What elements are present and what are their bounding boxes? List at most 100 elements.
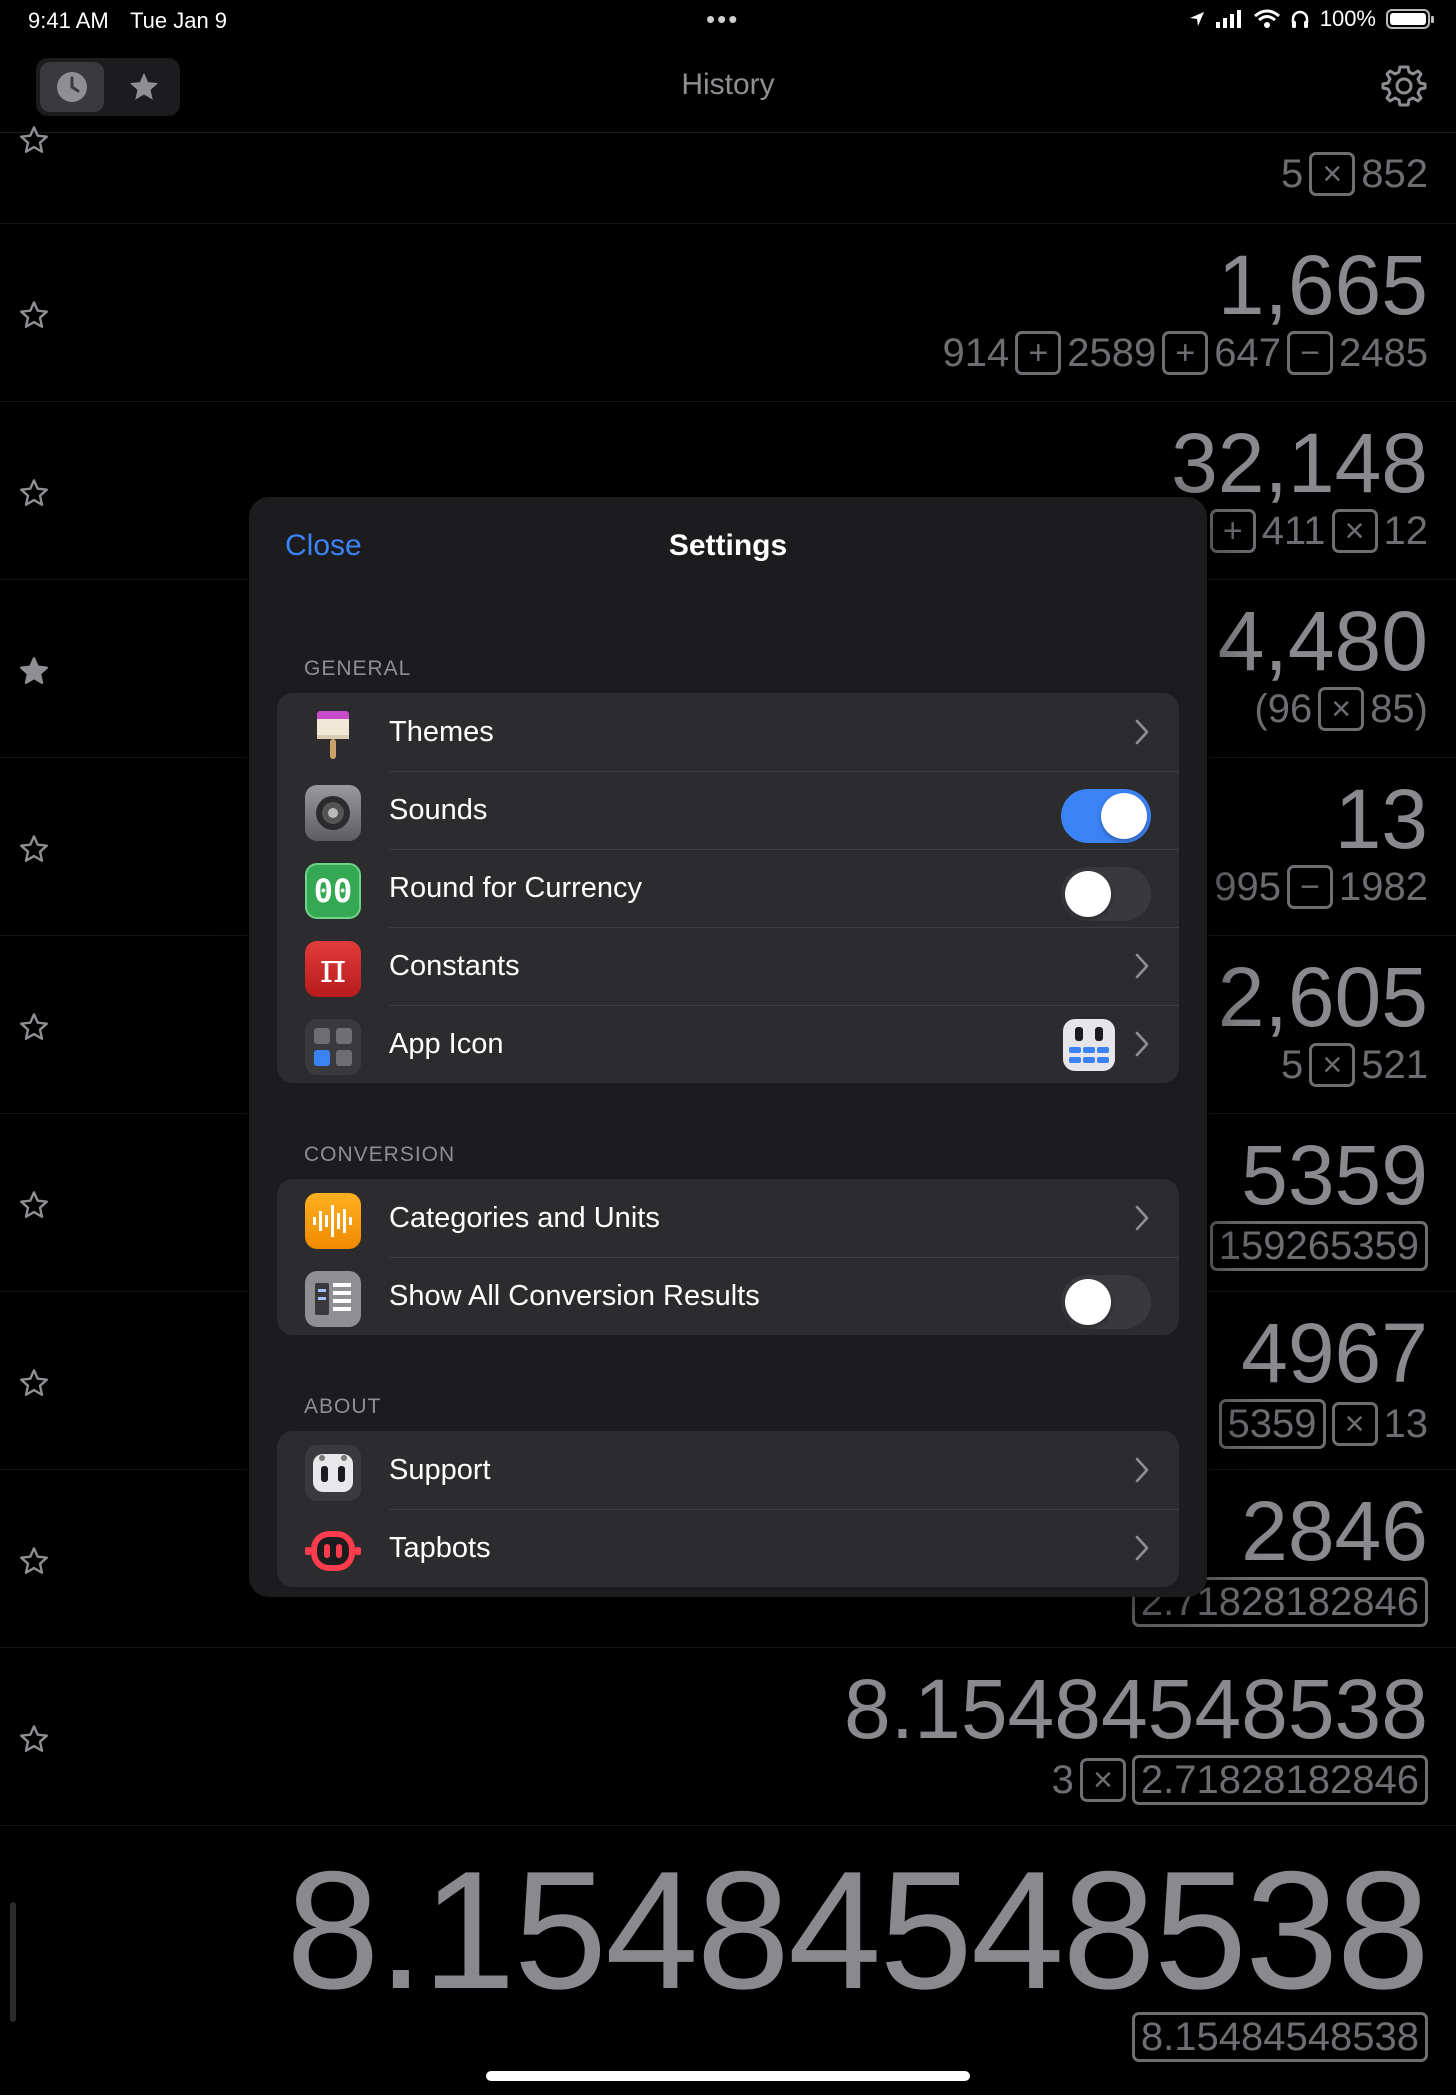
settings-row-label: Show All Conversion Results <box>389 1279 760 1312</box>
star-icon[interactable] <box>18 1545 50 1577</box>
history-result: 4,480 <box>1217 594 1428 688</box>
star-icon[interactable] <box>18 299 50 331</box>
app-icon-preview <box>1063 1019 1115 1071</box>
operator-badge: + <box>1015 331 1062 375</box>
history-result: 32,148 <box>1171 416 1428 510</box>
settings-row-label: Sounds <box>389 793 488 826</box>
status-time: 9:41 AM <box>28 8 109 33</box>
star-icon[interactable] <box>18 833 50 865</box>
section-label-general: GENERAL <box>304 657 412 680</box>
operand: 12 <box>1383 509 1429 553</box>
operator-badge: − <box>1287 331 1334 375</box>
operator-badge: × <box>1309 1043 1356 1087</box>
settings-row-label: Round for Currency <box>389 871 643 904</box>
boxed-value: 2.71828182846 <box>1131 1755 1428 1805</box>
settings-row-label: Categories and Units <box>389 1201 660 1234</box>
history-row[interactable]: 1,665 914 +2589 +647−2485 <box>0 223 1456 402</box>
status-date: Tue Jan 9 <box>130 8 228 33</box>
operator-badge: × <box>1331 1402 1378 1446</box>
chevron-right-icon <box>1135 1457 1149 1483</box>
operand: 852 <box>1361 152 1428 196</box>
scroll-indicator[interactable] <box>10 1902 16 2022</box>
toggle-knob <box>1065 871 1111 917</box>
list-icon <box>305 1271 361 1327</box>
operand: 5 <box>1281 1043 1304 1087</box>
home-indicator[interactable] <box>486 2071 970 2081</box>
star-icon[interactable] <box>18 124 50 156</box>
history-row[interactable]: 8.15484548538 3 × 2.71828182846 <box>0 1647 1456 1826</box>
settings-row-label: Constants <box>389 949 520 982</box>
toggle-knob <box>1065 1279 1111 1325</box>
operator-badge: × <box>1318 687 1365 731</box>
status-indicators: 100% <box>1188 6 1434 32</box>
settings-row-show-all-conversion-results[interactable]: Show All Conversion Results <box>277 1257 1179 1335</box>
operator-badge: × <box>1309 152 1356 196</box>
settings-row-categories-and-units[interactable]: Categories and Units <box>277 1179 1179 1257</box>
boxed-value: 159265359 <box>1209 1221 1428 1271</box>
settings-row-tapbots[interactable]: Tapbots <box>277 1509 1179 1587</box>
general-group: Themes Sounds 00 Round for Currency π Constan… <box>277 693 1179 1083</box>
chevron-right-icon <box>1135 953 1149 979</box>
history-result: 1,665 <box>1217 238 1428 332</box>
history-result: 13 <box>1334 772 1428 866</box>
settings-row-app-icon[interactable]: App Icon <box>277 1005 1179 1083</box>
chevron-right-icon <box>1135 1031 1149 1057</box>
history-result: 2,605 <box>1217 950 1428 1044</box>
settings-row-sounds[interactable]: Sounds <box>277 771 1179 849</box>
star-icon[interactable] <box>18 1367 50 1399</box>
operator-badge: + <box>1162 331 1209 375</box>
history-expression: 5 × 852 <box>1281 152 1428 196</box>
settings-modal: Close Settings GENERAL Themes Sounds 00 Rou… <box>249 497 1207 1597</box>
history-expression: (96 × 85) <box>1254 687 1428 731</box>
current-expression-box: 8.15484548538 <box>1131 2012 1428 2062</box>
headphones-icon <box>1291 10 1308 28</box>
operand: 647 <box>1214 331 1282 375</box>
battery-icon <box>1386 9 1434 29</box>
history-row[interactable]: 5 × 852 <box>0 44 1456 224</box>
star-icon[interactable] <box>18 477 50 509</box>
toggle-knob <box>1101 793 1147 839</box>
settings-row-label: Support <box>389 1453 491 1486</box>
about-group: Support Tapbots <box>277 1431 1179 1587</box>
operand: 13 <box>1383 1402 1429 1446</box>
settings-row-label: App Icon <box>389 1027 504 1060</box>
sounds-toggle[interactable] <box>1061 789 1151 843</box>
speaker-icon <box>305 785 361 841</box>
multitasking-dots-icon[interactable]: ••• <box>706 4 739 35</box>
history-expression: 159265359 <box>1209 1221 1428 1271</box>
operand: 3 <box>1051 1758 1074 1802</box>
operand: 521 <box>1361 1043 1428 1087</box>
history-result: 5359 <box>1241 1128 1428 1222</box>
history-expression: 995−1982 <box>1214 865 1428 909</box>
history-expression: 5359 × 13 <box>1218 1399 1429 1449</box>
history-result: 4967 <box>1241 1306 1428 1400</box>
round-for-currency-toggle[interactable] <box>1061 867 1151 921</box>
settings-row-round-for-currency[interactable]: 00 Round for Currency <box>277 849 1179 927</box>
current-expression: 8.15484548538 <box>1131 2012 1428 2062</box>
star-icon[interactable] <box>18 1011 50 1043</box>
pi-icon: π <box>305 941 361 997</box>
operand: 85) <box>1370 687 1428 731</box>
operator-badge: − <box>1287 865 1334 909</box>
operand: 2589 <box>1067 331 1157 375</box>
current-result[interactable]: 8.15484548538 <box>286 1846 1430 2014</box>
settings-row-support[interactable]: Support <box>277 1431 1179 1509</box>
settings-title: Settings <box>668 529 788 562</box>
location-icon <box>1189 12 1204 26</box>
operand: 411 <box>1261 509 1326 553</box>
star-filled-icon[interactable] <box>18 655 50 687</box>
settings-row-label: Tapbots <box>389 1531 491 1564</box>
settings-row-constants[interactable]: π Constants <box>277 927 1179 1005</box>
star-icon[interactable] <box>18 1723 50 1755</box>
operand: 5 <box>1281 152 1304 196</box>
settings-row-themes[interactable]: Themes <box>277 693 1179 771</box>
status-bar: 9:41 AM Tue Jan 9 ••• 100% <box>0 0 1456 44</box>
show-all-conversion-results-toggle[interactable] <box>1061 1275 1151 1329</box>
history-expression: 914 +2589 +647−2485 <box>943 331 1428 375</box>
history-result: 2846 <box>1241 1484 1428 1578</box>
tapbots-icon <box>305 1523 361 1579</box>
chevron-right-icon <box>1135 719 1149 745</box>
star-icon[interactable] <box>18 1189 50 1221</box>
waveform-icon <box>305 1193 361 1249</box>
paint-brush-icon <box>305 707 361 763</box>
